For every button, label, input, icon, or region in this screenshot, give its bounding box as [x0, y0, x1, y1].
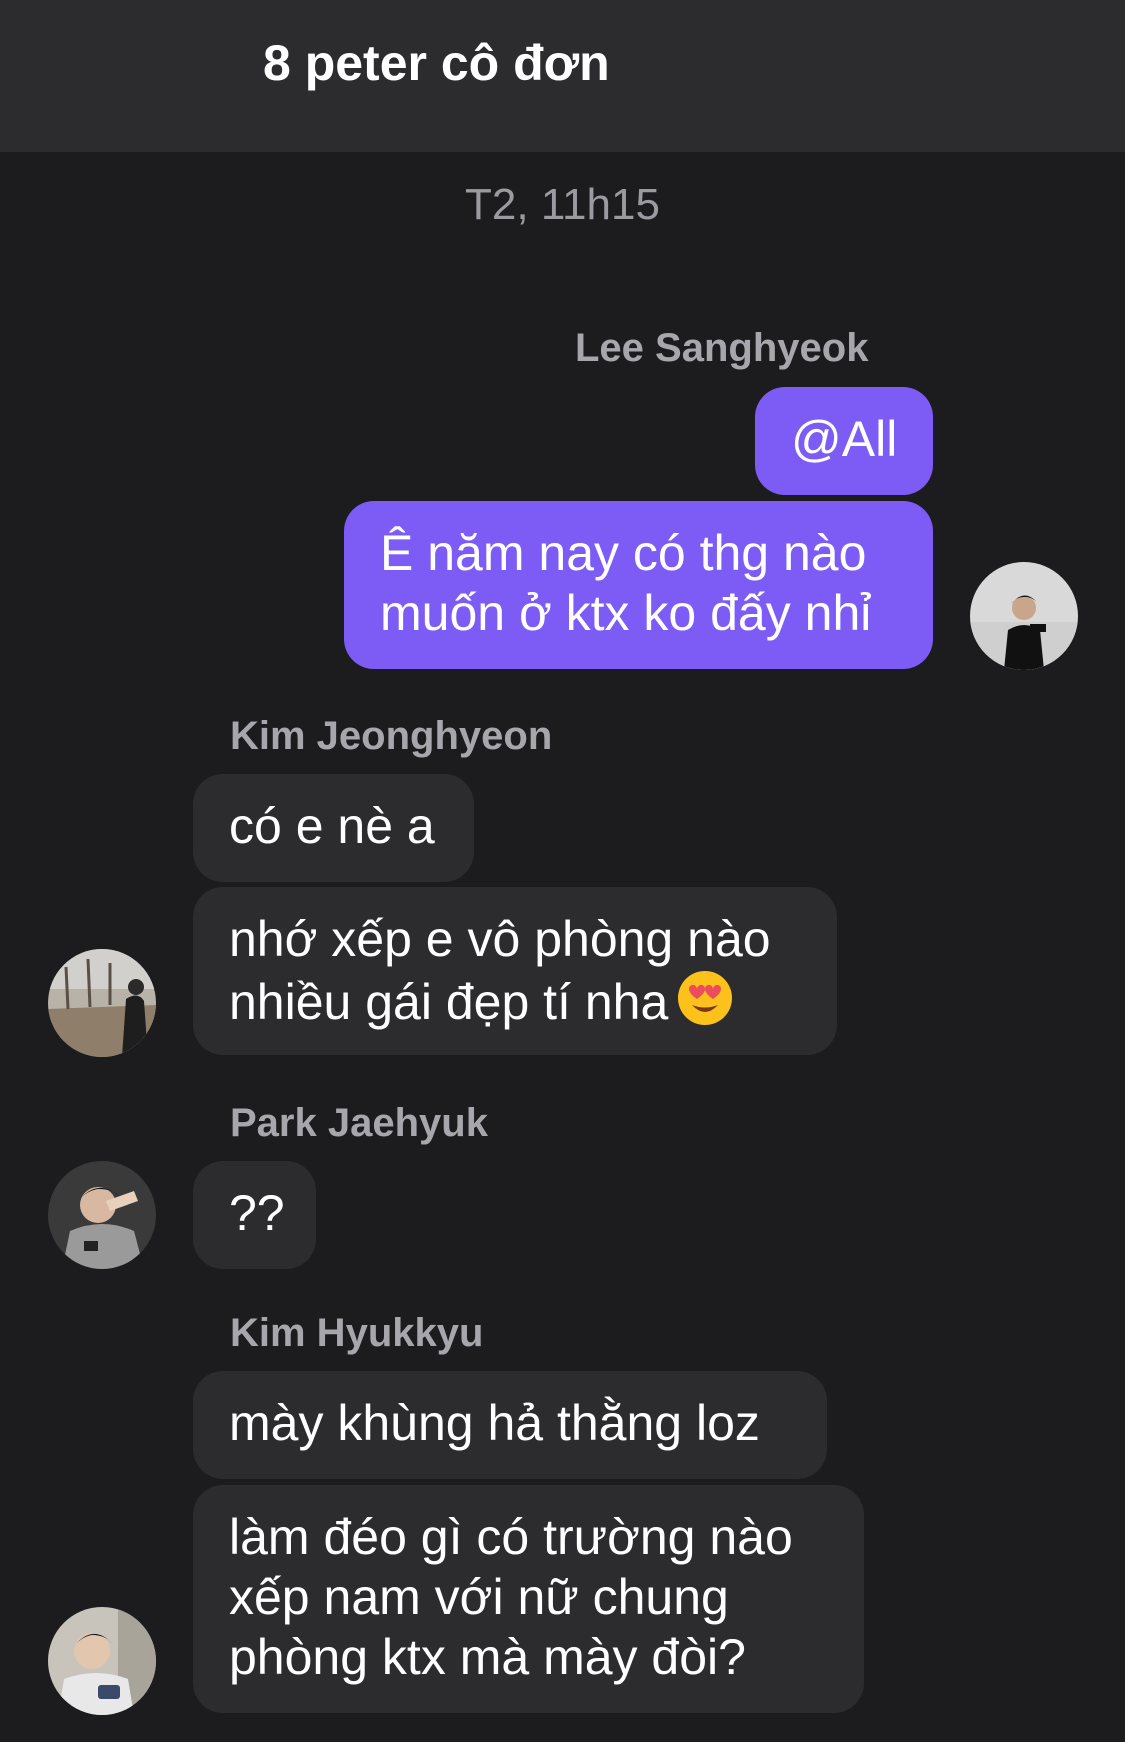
heart-eyes-emoji-icon — [676, 969, 734, 1027]
message-text-line: Ê năm nay có thg nào — [380, 525, 867, 581]
avatar-park-jaehyuk-icon[interactable] — [48, 1161, 156, 1269]
message-text-line: làm đéo gì có trường nào — [229, 1509, 793, 1565]
sender-name-park-jaehyuk: Park Jaehyuk — [230, 1101, 488, 1145]
message-text-line: xếp nam với nữ chung — [229, 1569, 729, 1625]
message-text-line: nhiều gái đẹp tí nha — [229, 969, 801, 1032]
sender-name-kim-jeonghyeon: Kim Jeonghyeon — [230, 714, 553, 758]
message-text-line: nhớ xếp e vô phòng nào — [229, 911, 771, 967]
message-text-line: muốn ở ktx ko đấy nhỉ — [380, 585, 872, 641]
message-bubble[interactable]: Ê năm nay có thg nào muốn ở ktx ko đấy n… — [344, 501, 933, 669]
message-bubble[interactable]: mày khùng hả thằng loz — [193, 1371, 827, 1479]
message-text-line: phòng ktx mà mày đòi? — [229, 1629, 746, 1685]
avatar-lee-sanghyeok-icon[interactable] — [970, 562, 1078, 670]
chat-header: 8 peter cô đơn — [0, 0, 1125, 152]
message-text: mày khùng hả thằng loz — [229, 1395, 760, 1451]
message-text: có e nè a — [229, 798, 435, 854]
message-bubble[interactable]: có e nè a — [193, 774, 474, 882]
avatar-kim-jeonghyeon-icon[interactable] — [48, 949, 156, 1057]
message-bubble[interactable]: @All — [755, 387, 933, 495]
chat-title[interactable]: 8 peter cô đơn — [263, 34, 610, 92]
message-timestamp: T2, 11h15 — [465, 180, 660, 229]
message-text: @All — [791, 411, 898, 467]
message-bubble[interactable]: làm đéo gì có trường nào xếp nam với nữ … — [193, 1485, 864, 1713]
sender-name-kim-hyukkyu: Kim Hyukkyu — [230, 1311, 484, 1355]
message-bubble[interactable]: nhớ xếp e vô phòng nào nhiều gái đẹp tí … — [193, 887, 837, 1055]
message-bubble[interactable]: ?? — [193, 1161, 316, 1269]
sender-name-lee-sanghyeok: Lee Sanghyeok — [575, 326, 869, 370]
avatar-kim-hyukkyu-icon[interactable] — [48, 1607, 156, 1715]
message-text: ?? — [229, 1185, 285, 1241]
